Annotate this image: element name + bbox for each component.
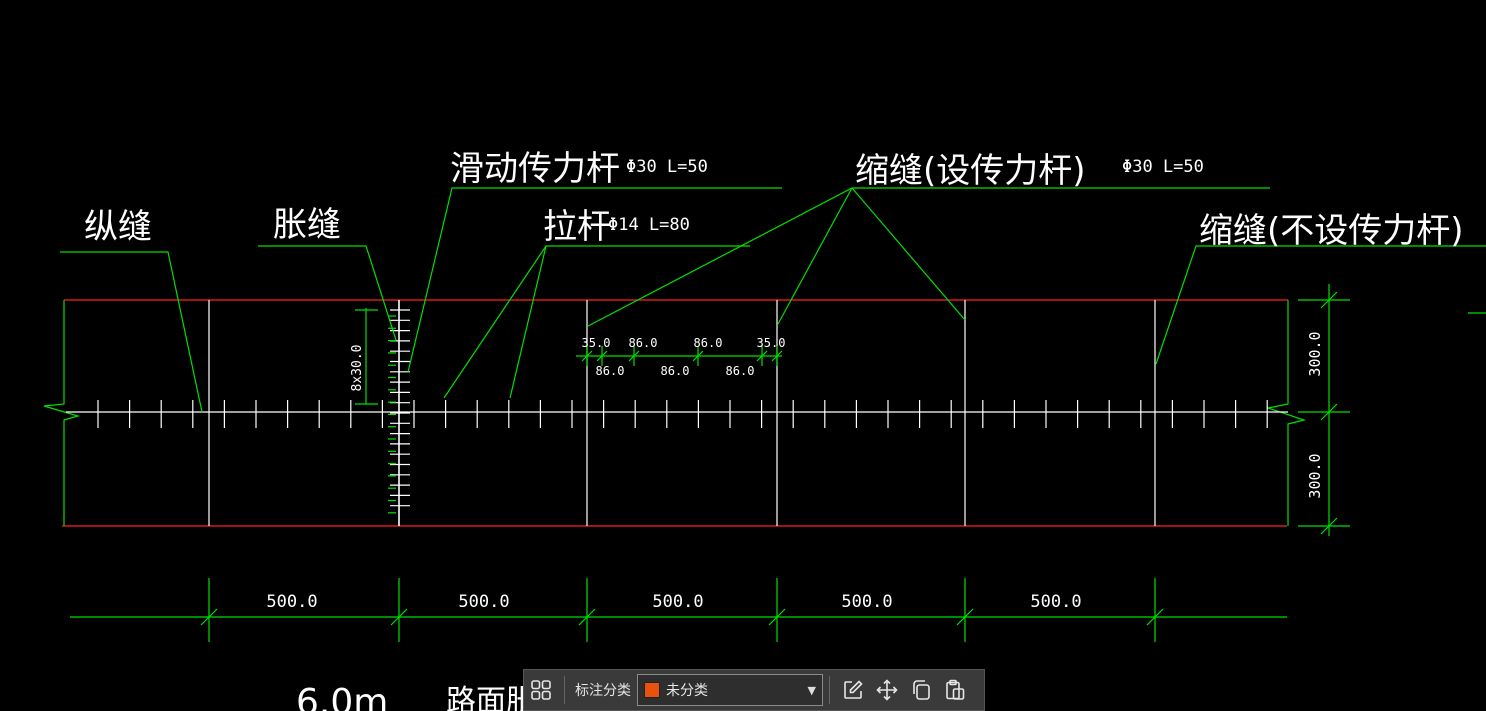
category-select[interactable]: 未分类 ▼ (637, 674, 823, 706)
dim-right-upper: 300.0 (1306, 331, 1324, 376)
copy-icon[interactable] (904, 673, 938, 707)
label-sliding-dowel-spec: Φ30 L=50 (626, 157, 708, 177)
label-tie-bar: 拉杆 (543, 207, 611, 247)
dim-bottom-4: 500.0 (841, 592, 892, 612)
dim-right-lower: 300.0 (1306, 453, 1324, 498)
label-sliding-dowel: 滑动传力杆 (450, 149, 620, 189)
category-label: 标注分类 (575, 683, 631, 699)
label-bottom-partial-1: 6.0m (296, 682, 388, 711)
paste-icon[interactable] (938, 673, 972, 707)
edit-icon[interactable] (836, 673, 870, 707)
label-expansion-joint: 胀缝 (273, 205, 341, 245)
dim-tie-top-2: 86.0 (629, 336, 658, 350)
dim-bottom-2: 500.0 (458, 592, 509, 612)
dim-tie-top-1: 35.0 (582, 336, 611, 350)
label-tie-bar-spec: Φ14 L=80 (608, 215, 690, 235)
label-contraction-with-dowel: 缩缝(设传力杆) (855, 151, 1086, 191)
dim-bottom-3: 500.0 (652, 592, 703, 612)
category-selected-value: 未分类 (666, 683, 708, 699)
annotation-toolbar: 标注分类 未分类 ▼ (523, 669, 985, 711)
dim-tie-top-4: 35.0 (757, 336, 786, 350)
dim-tie-bottom-3: 86.0 (726, 364, 755, 378)
leader-tie-2 (509, 245, 547, 399)
leader-contraction-1 (587, 187, 1270, 327)
toolbar-divider (564, 676, 565, 704)
dim-tie-bottom-1: 86.0 (596, 364, 625, 378)
left-break-line (43, 300, 81, 526)
category-color-swatch (644, 682, 660, 698)
label-longitudinal-joint: 纵缝 (84, 207, 152, 247)
leader-longitudinal (60, 251, 203, 413)
right-break-line (1265, 300, 1307, 526)
dim-bottom-1: 500.0 (266, 592, 317, 612)
move-icon[interactable] (870, 673, 904, 707)
cad-drawing: 纵缝 胀缝 滑动传力杆 Φ30 L=50 拉杆 Φ14 L=80 缩缝(设传力杆… (43, 149, 1486, 711)
drawing-lines (43, 187, 1486, 642)
grid-icon[interactable] (524, 673, 558, 707)
toolbar-divider (829, 676, 830, 704)
dim-dowel-spacing: 8x30.0 (350, 345, 365, 392)
dim-bottom-5: 500.0 (1030, 592, 1081, 612)
leader-contraction-2 (777, 187, 853, 325)
chevron-down-icon: ▼ (807, 683, 816, 697)
dim-tie-bottom-2: 86.0 (661, 364, 690, 378)
drawing-text: 纵缝 胀缝 滑动传力杆 Φ30 L=50 拉杆 Φ14 L=80 缩缝(设传力杆… (84, 149, 1464, 711)
label-contraction-with-dowel-spec: Φ30 L=50 (1122, 157, 1204, 177)
leader-expansion (258, 245, 397, 341)
label-contraction-without-dowel: 缩缝(不设传力杆) (1199, 211, 1464, 251)
dim-tie-top-3: 86.0 (694, 336, 723, 350)
